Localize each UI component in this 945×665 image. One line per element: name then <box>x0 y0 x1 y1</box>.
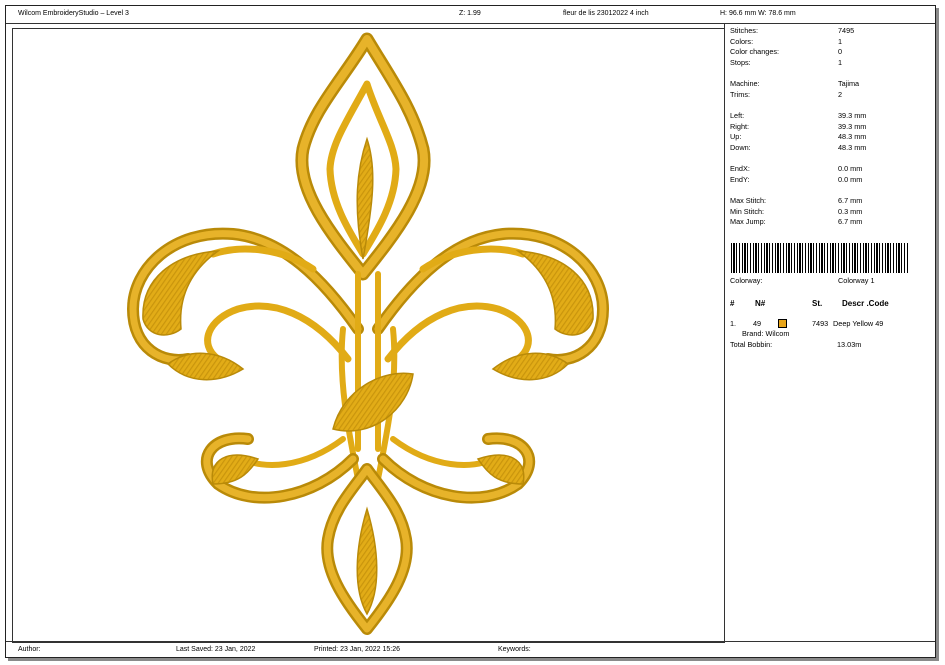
design-info-panel: Stitches: 7495 Colors: 1 Color changes: 0 S… <box>724 24 936 641</box>
footer-last-saved: Last Saved: 23 Jan, 2022 <box>176 646 256 653</box>
col-header-n: N# <box>755 299 766 308</box>
footer-bar: Author: Last Saved: 23 Jan, 2022 Printed… <box>6 641 935 657</box>
design-name: fleur de lis 23012022 4 inch <box>563 10 649 17</box>
info-row-right: Right: 39.3 mm <box>730 122 867 131</box>
print-preview-sheet: Wilcom EmbroideryStudio – Level 3 Z: 1.9… <box>5 5 936 658</box>
thread-color-swatch <box>778 319 787 328</box>
table-row: 1. 49 7493 Deep Yellow 49 <box>730 319 884 328</box>
info-row-min-stitch: Min Stitch: 0.3 mm <box>730 207 863 216</box>
footer-keywords: Keywords: <box>498 646 531 653</box>
info-row-colorway: Colorway: Colorway 1 <box>730 276 875 285</box>
design-canvas[interactable] <box>12 28 725 643</box>
design-dimensions: H: 96.6 mm W: 78.6 mm <box>720 10 796 17</box>
col-header-st: St. <box>812 299 823 308</box>
fleur-de-lis-embroidery <box>127 32 609 635</box>
info-row-trims: Trims: 2 <box>730 90 843 99</box>
col-header-descr: Descr .Code <box>842 299 889 308</box>
thread-brand: Brand: Wilcom <box>742 329 790 338</box>
zoom-level: Z: 1.99 <box>459 10 481 17</box>
info-row-stops: Stops: 1 <box>730 58 843 67</box>
header-bar: Wilcom EmbroideryStudio – Level 3 Z: 1.9… <box>6 6 935 24</box>
info-row-max-jump: Max Jump: 6.7 mm <box>730 217 863 226</box>
info-row-endy: EndY: 0.0 mm <box>730 175 863 184</box>
info-row-endx: EndX: 0.0 mm <box>730 164 863 173</box>
footer-printed: Printed: 23 Jan, 2022 15:26 <box>314 646 401 653</box>
info-row-left: Left: 39.3 mm <box>730 111 867 120</box>
info-row-max-stitch: Max Stitch: 6.7 mm <box>730 196 863 205</box>
info-row-color-changes: Color changes: 0 <box>730 47 843 56</box>
footer-author: Author: <box>18 646 41 653</box>
info-row-colors: Colors: 1 <box>730 37 843 46</box>
info-row-machine: Machine: Tajima <box>730 79 860 88</box>
info-row-up: Up: 48.3 mm <box>730 132 867 141</box>
total-bobbin-row: Total Bobbin: 13.03m <box>730 340 862 349</box>
col-header-num: # <box>730 299 735 308</box>
info-row-down: Down: 48.3 mm <box>730 143 867 152</box>
design-barcode <box>731 243 909 273</box>
app-title: Wilcom EmbroideryStudio – Level 3 <box>18 10 129 17</box>
info-row-stitches: Stitches: 7495 <box>730 26 855 35</box>
